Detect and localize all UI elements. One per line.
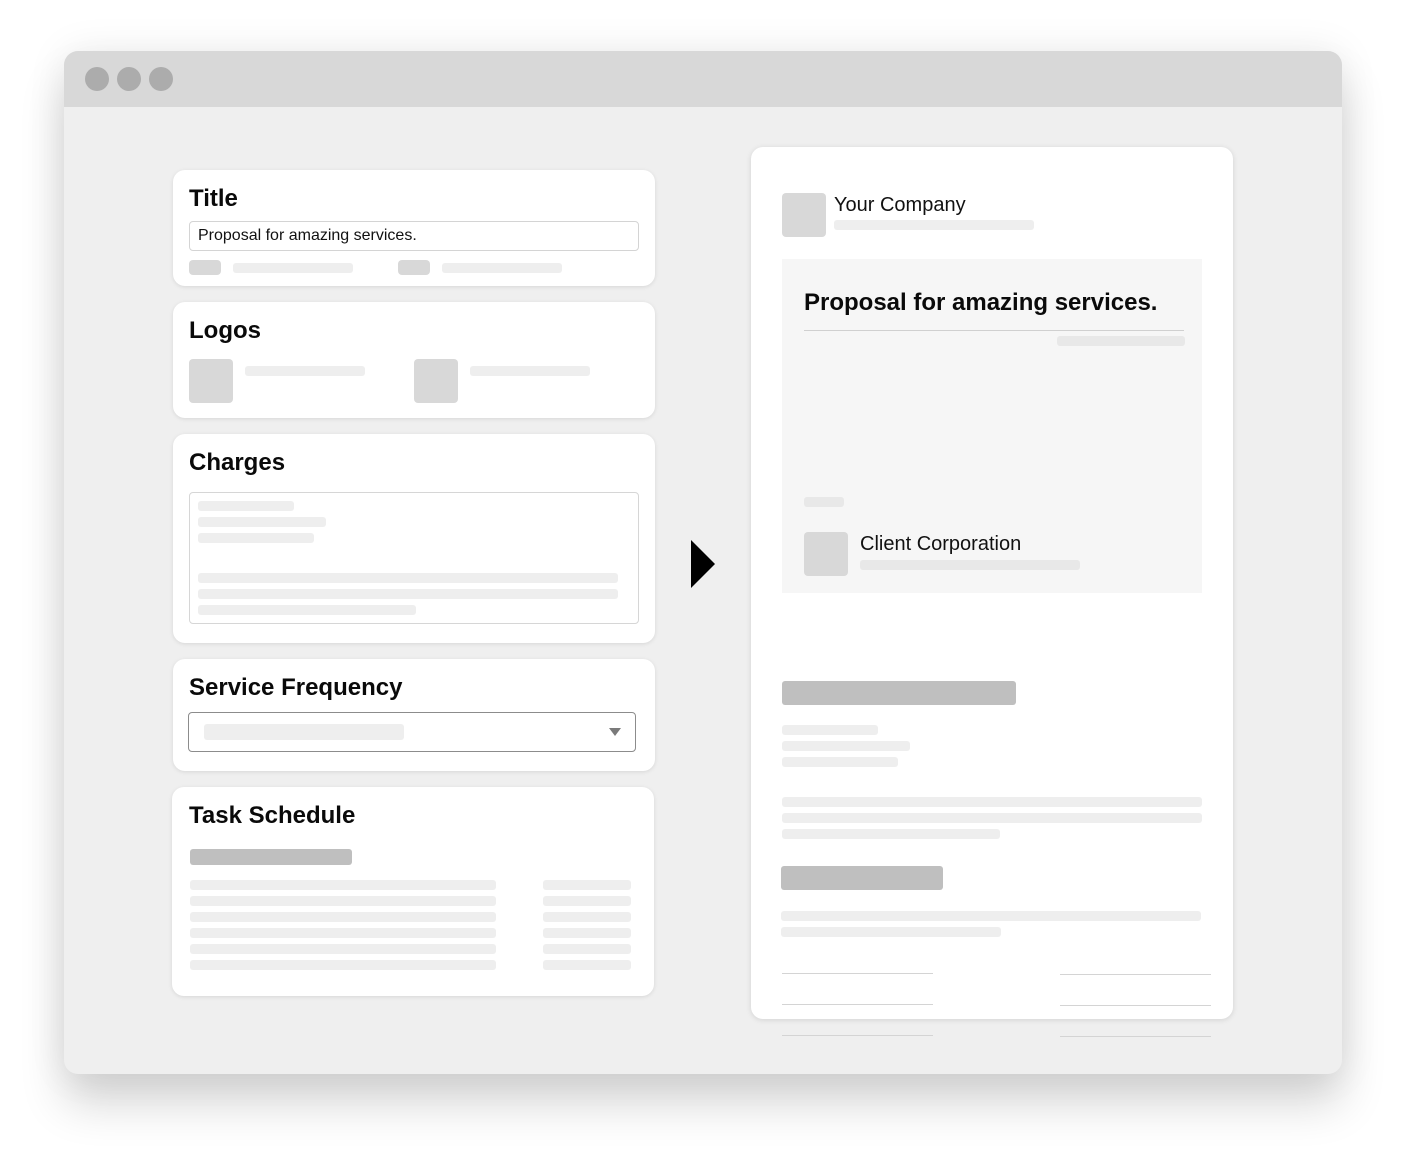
- task-date: [543, 960, 631, 970]
- task-date: [543, 896, 631, 906]
- company-logo-upload[interactable]: [189, 359, 233, 403]
- logos-card: Logos: [173, 302, 655, 418]
- charges-card: Charges: [173, 434, 655, 643]
- charges-line: [198, 589, 618, 599]
- title-option-toggle-1[interactable]: [189, 260, 221, 275]
- task-name: [190, 928, 496, 938]
- prepared-for-label: [804, 497, 844, 507]
- company-logo-label: [245, 366, 365, 376]
- section-line: [782, 797, 1202, 807]
- title-divider: [804, 330, 1184, 331]
- section-line: [782, 757, 898, 767]
- task-date: [543, 944, 631, 954]
- charges-editor[interactable]: [189, 492, 639, 624]
- charges-line: [198, 517, 326, 527]
- window-titlebar: [64, 51, 1342, 107]
- logos-card-heading: Logos: [189, 317, 261, 344]
- service-frequency-heading: Service Frequency: [189, 674, 403, 701]
- signature-line: [782, 1035, 933, 1036]
- service-frequency-card: Service Frequency: [173, 659, 655, 771]
- caret-down-icon: [609, 728, 621, 736]
- company-name: Your Company: [834, 194, 966, 216]
- play-arrow-icon: [691, 540, 715, 588]
- task-name: [190, 880, 496, 890]
- section-line: [782, 829, 1000, 839]
- task-name: [190, 912, 496, 922]
- task-schedule-subheading: [190, 849, 352, 865]
- section-line: [782, 741, 910, 751]
- document-title: Proposal for amazing services.: [804, 289, 1158, 316]
- title-option-label-1: [233, 263, 353, 273]
- company-address: [834, 220, 1034, 230]
- signature-line: [782, 973, 933, 974]
- proposal-date: [1057, 336, 1185, 346]
- task-date: [543, 912, 631, 922]
- charges-line: [198, 605, 416, 615]
- minimize-window-button[interactable]: [117, 67, 141, 91]
- proposal-preview: Your Company Proposal for amazing servic…: [751, 147, 1233, 1037]
- section-line: [782, 813, 1202, 823]
- title-option-label-2: [442, 263, 562, 273]
- task-schedule-card: Task Schedule: [172, 787, 654, 996]
- task-name: [190, 896, 496, 906]
- section-line: [781, 927, 1001, 937]
- signature-line: [1060, 1005, 1211, 1006]
- charges-line: [198, 573, 618, 583]
- close-window-button[interactable]: [85, 67, 109, 91]
- zoom-window-button[interactable]: [149, 67, 173, 91]
- title-card: Title: [173, 170, 655, 286]
- section-line: [782, 725, 878, 735]
- charges-line: [198, 501, 294, 511]
- charges-card-heading: Charges: [189, 449, 286, 476]
- task-name: [190, 960, 496, 970]
- title-input[interactable]: [189, 221, 639, 251]
- app-window: Title Logos Charges Service Frequency: [64, 51, 1342, 1074]
- task-schedule-heading: Task Schedule: [189, 802, 356, 829]
- client-logo-label: [470, 366, 590, 376]
- service-frequency-value: [204, 724, 404, 740]
- title-panel: Proposal for amazing services. Client Co…: [782, 259, 1202, 593]
- service-frequency-select[interactable]: [188, 712, 636, 752]
- title-card-heading: Title: [189, 185, 238, 212]
- title-option-toggle-2[interactable]: [398, 260, 430, 275]
- task-name: [190, 944, 496, 954]
- charges-line: [198, 533, 314, 543]
- task-date: [543, 928, 631, 938]
- client-logo-upload[interactable]: [414, 359, 458, 403]
- client-name: Client Corporation: [860, 533, 1022, 555]
- signature-line: [782, 1004, 933, 1005]
- signature-line: [1060, 1036, 1211, 1037]
- section-heading: [781, 866, 943, 890]
- task-date: [543, 880, 631, 890]
- client-logo: [804, 532, 848, 576]
- company-logo: [782, 193, 826, 237]
- signature-line: [1060, 974, 1211, 975]
- client-address: [860, 560, 1080, 570]
- section-line: [781, 911, 1201, 921]
- section-heading: [782, 681, 1016, 705]
